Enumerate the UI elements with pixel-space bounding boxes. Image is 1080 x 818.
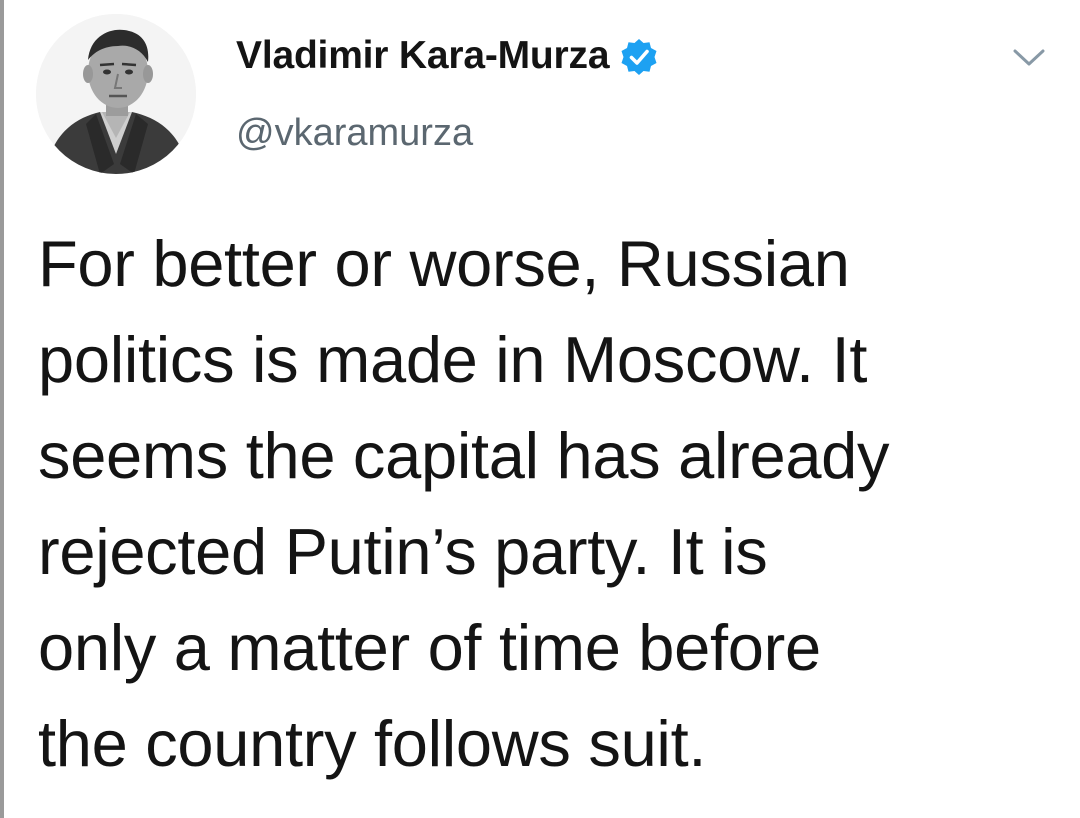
avatar[interactable]	[36, 14, 196, 174]
chevron-down-icon	[1013, 49, 1045, 66]
author-name-row: Vladimir Kara-Murza	[236, 26, 659, 86]
author-display-name[interactable]: Vladimir Kara-Murza	[236, 34, 610, 78]
tweet-text: For better or worse, Russian politics is…	[38, 227, 890, 780]
author-handle[interactable]: @vkaramurza	[236, 112, 473, 155]
tweet-menu-button[interactable]	[1004, 38, 1054, 78]
verified-badge-icon	[619, 37, 659, 77]
avatar-photo	[36, 14, 196, 174]
left-edge-divider	[0, 0, 4, 818]
